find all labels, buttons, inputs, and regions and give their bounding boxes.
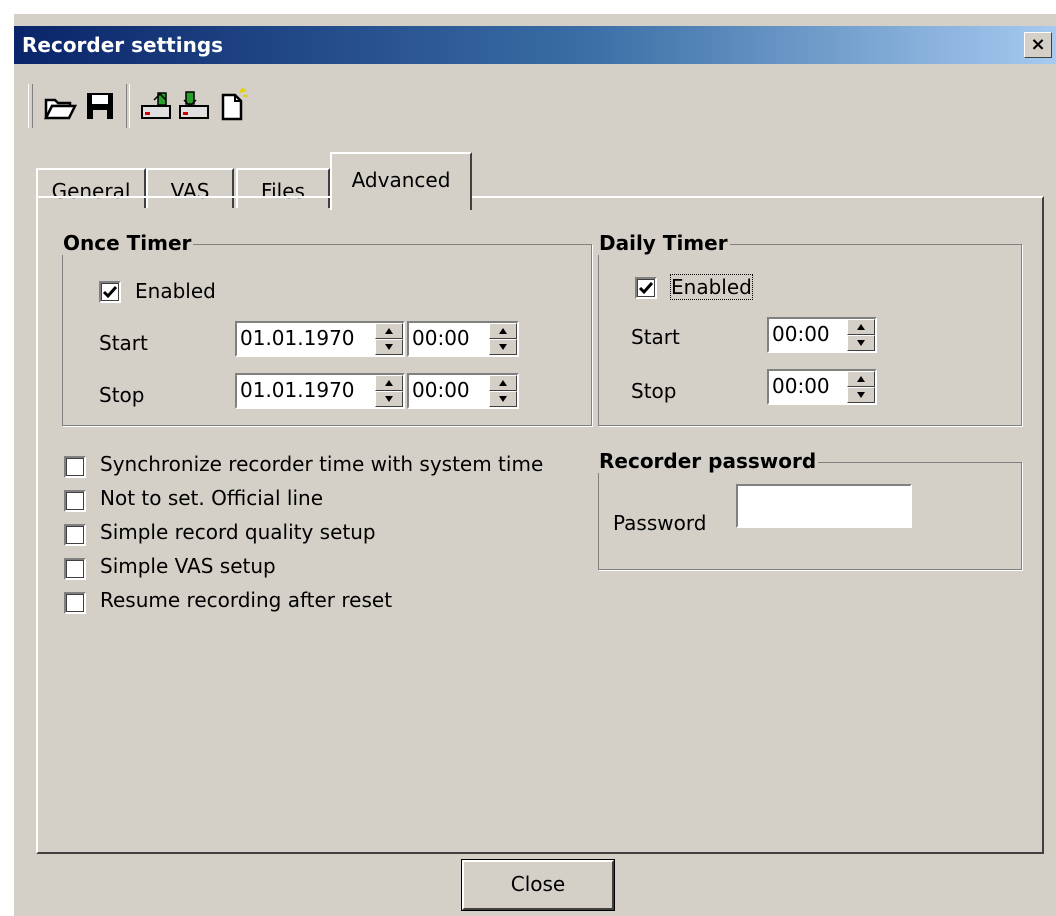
once-start-time-spinner[interactable] — [489, 323, 517, 355]
checkmark-icon — [102, 286, 118, 299]
resume-recording-label: Resume recording after reset — [100, 588, 393, 612]
toolbar-separator — [126, 84, 130, 128]
simple-quality-label: Simple record quality setup — [100, 520, 376, 544]
sync-time-label: Synchronize recorder time with system ti… — [100, 452, 544, 476]
spin-down-button[interactable] — [847, 387, 875, 403]
new-button[interactable] — [214, 88, 250, 124]
once-timer-enabled-label: Enabled — [135, 279, 216, 303]
once-start-date-field[interactable]: 01.01.1970 — [235, 321, 405, 357]
arrow-down-icon — [857, 392, 865, 398]
once-start-date-value: 01.01.1970 — [240, 326, 355, 350]
spin-up-button[interactable] — [375, 375, 403, 391]
daily-timer-title: Daily Timer — [597, 231, 730, 255]
once-stop-label: Stop — [99, 383, 145, 407]
spin-up-button[interactable] — [489, 375, 517, 391]
password-label: Password — [613, 511, 707, 535]
spin-down-button[interactable] — [375, 339, 403, 355]
close-button[interactable]: Close — [461, 859, 615, 911]
arrow-up-icon — [499, 328, 507, 334]
arrow-up-icon — [499, 380, 507, 386]
once-stop-time-field[interactable]: 00:00 — [407, 373, 519, 409]
simple-vas-label: Simple VAS setup — [100, 554, 276, 578]
new-document-icon — [221, 88, 248, 121]
arrow-down-icon — [499, 396, 507, 402]
official-line-label: Not to set. Official line — [100, 486, 324, 510]
daily-stop-time-spinner[interactable] — [847, 371, 875, 403]
recorder-password-title: Recorder password — [597, 449, 819, 473]
once-start-label: Start — [99, 331, 148, 355]
once-timer-title: Once Timer — [61, 231, 194, 255]
password-input[interactable] — [736, 484, 912, 528]
arrow-up-icon — [857, 376, 865, 382]
spin-up-button[interactable] — [847, 319, 875, 335]
daily-start-time-value: 00:00 — [772, 322, 830, 346]
open-button[interactable] — [42, 88, 78, 124]
arrow-up-icon — [385, 328, 393, 334]
once-stop-time-value: 00:00 — [412, 378, 470, 402]
arrow-up-icon — [385, 380, 393, 386]
once-stop-date-field[interactable]: 01.01.1970 — [235, 373, 405, 409]
read-from-recorder-icon — [141, 92, 171, 119]
read-from-recorder-button[interactable] — [138, 88, 174, 124]
window-title: Recorder settings — [22, 33, 224, 57]
close-window-button[interactable]: × — [1024, 32, 1052, 58]
arrow-down-icon — [385, 396, 393, 402]
toolbar — [14, 66, 1056, 146]
save-disk-icon — [87, 93, 113, 119]
spin-up-button[interactable] — [375, 323, 403, 339]
open-folder-icon — [43, 98, 78, 120]
once-timer-enabled-checkbox[interactable] — [99, 281, 121, 303]
sync-time-checkbox[interactable] — [64, 456, 86, 478]
daily-timer-enabled-label: Enabled — [670, 274, 753, 300]
once-stop-date-spinner[interactable] — [375, 375, 403, 407]
daily-timer-group: Daily Timer Enabled Start Stop 00:00 00:… — [597, 231, 1022, 426]
resume-recording-checkbox[interactable] — [64, 592, 86, 614]
daily-start-label: Start — [631, 325, 680, 349]
arrow-up-icon — [857, 324, 865, 330]
once-stop-time-spinner[interactable] — [489, 375, 517, 407]
official-line-checkbox[interactable] — [64, 490, 86, 512]
spin-down-button[interactable] — [847, 335, 875, 351]
once-timer-group: Once Timer Enabled Start Stop 01.01.1970… — [61, 231, 592, 426]
arrow-down-icon — [499, 344, 507, 350]
title-bar[interactable]: Recorder settings × — [14, 26, 1056, 64]
once-start-date-spinner[interactable] — [375, 323, 403, 355]
tab-advanced[interactable]: Advanced — [330, 152, 472, 210]
arrow-down-icon — [857, 340, 865, 346]
simple-vas-checkbox[interactable] — [64, 558, 86, 580]
toolbar-grip[interactable] — [28, 84, 33, 128]
arrow-down-icon — [385, 344, 393, 350]
save-button[interactable] — [82, 88, 118, 124]
daily-stop-time-value: 00:00 — [772, 374, 830, 398]
daily-timer-enabled-checkbox[interactable] — [635, 277, 657, 299]
spin-down-button[interactable] — [375, 391, 403, 407]
spin-down-button[interactable] — [489, 339, 517, 355]
spin-up-button[interactable] — [847, 371, 875, 387]
daily-stop-label: Stop — [631, 379, 677, 403]
once-start-time-value: 00:00 — [412, 326, 470, 350]
once-stop-date-value: 01.01.1970 — [240, 378, 355, 402]
checkmark-icon — [638, 282, 654, 295]
daily-start-time-field[interactable]: 00:00 — [767, 317, 877, 353]
write-to-recorder-icon — [179, 91, 209, 119]
once-start-time-field[interactable]: 00:00 — [407, 321, 519, 357]
daily-start-time-spinner[interactable] — [847, 319, 875, 351]
spin-down-button[interactable] — [489, 391, 517, 407]
write-to-recorder-button[interactable] — [176, 88, 212, 124]
simple-quality-checkbox[interactable] — [64, 524, 86, 546]
spin-up-button[interactable] — [489, 323, 517, 339]
recorder-settings-window: Recorder settings × General VAS Files Ad… — [14, 14, 1056, 916]
daily-stop-time-field[interactable]: 00:00 — [767, 369, 877, 405]
